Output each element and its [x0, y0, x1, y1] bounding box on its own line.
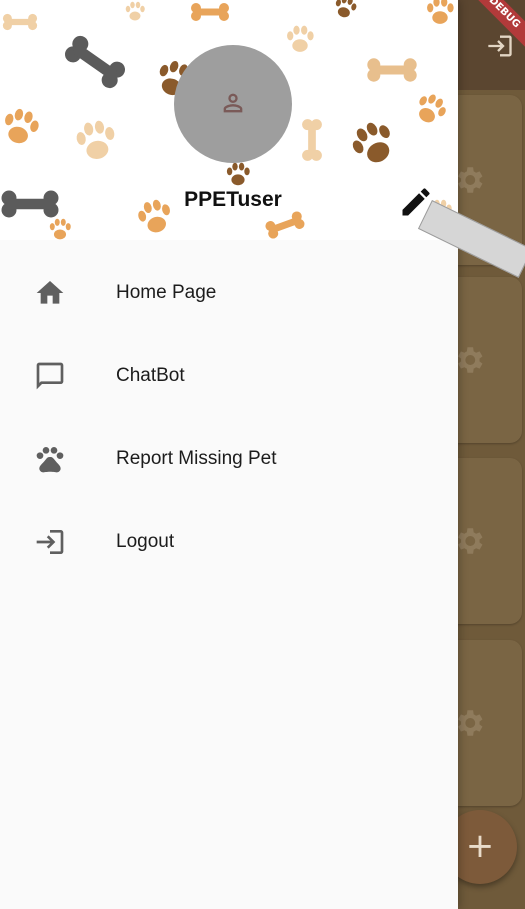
- menu-item-label: ChatBot: [116, 365, 185, 386]
- navigation-drawer: PPETuser Home Page ChatBot Report Missin…: [0, 0, 525, 909]
- paw-icon: [36, 447, 64, 473]
- menu-item-label: Home Page: [116, 282, 217, 303]
- menu-item-logout[interactable]: Logout: [0, 501, 458, 584]
- screen: DEBUG + PPETuser Home Page ChatBot Repor…: [0, 0, 525, 909]
- chat-bubble-icon: [36, 362, 64, 390]
- person-icon: [223, 93, 243, 113]
- menu-item-label: Report Missing Pet: [116, 448, 277, 469]
- home-icon: [36, 281, 64, 304]
- login-icon[interactable]: [486, 32, 514, 60]
- drawer-header: PPETuser: [0, 0, 458, 240]
- avatar[interactable]: [174, 45, 292, 163]
- menu-item-label: Logout: [116, 531, 175, 552]
- logout-icon: [36, 530, 64, 554]
- menu-item-report-missing-pet[interactable]: Report Missing Pet: [0, 418, 458, 501]
- username: PPETuser: [184, 188, 282, 211]
- drawer-menu: Home Page ChatBot Report Missing Pet Log…: [0, 252, 458, 584]
- menu-item-chatbot[interactable]: ChatBot: [0, 335, 458, 418]
- menu-item-home-page[interactable]: Home Page: [0, 252, 458, 335]
